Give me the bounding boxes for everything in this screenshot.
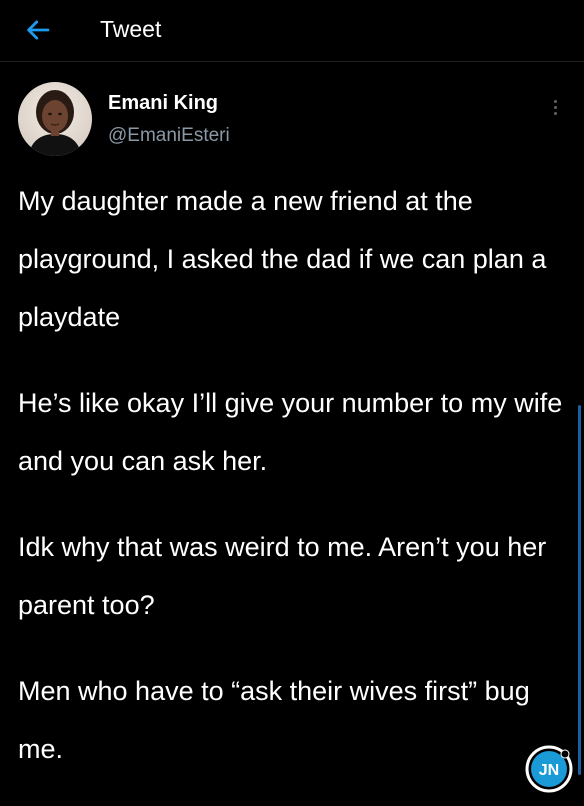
avatar-image [18,82,92,156]
watermark-text: JN [539,762,559,779]
tweet-paragraph: Men who have to “ask their wives first” … [18,676,530,764]
tweet-header: Emani King @EmaniEsteri [0,62,584,162]
tweet-paragraph: My daughter made a new friend at the pla… [18,186,547,332]
more-dots-icon [553,99,557,103]
page-title: Tweet [100,16,162,42]
top-bar: Tweet [0,0,584,62]
scrollbar[interactable] [578,405,581,775]
arrow-left-icon [27,20,50,40]
avatar[interactable] [18,82,92,156]
tweet-paragraph: He’s like okay I’ll give your number to … [18,388,563,476]
more-dot [553,105,557,109]
tweet-paragraph: Idk why that was weird to me. Aren’t you… [18,532,547,620]
author-handle[interactable]: @EmaniEsteri [108,124,230,148]
more-options-button[interactable] [545,92,565,122]
tweet-text: My daughter made a new friend at the pla… [18,172,566,806]
author-name[interactable]: Emani King [108,90,218,116]
watermark-logo: JN [525,745,573,793]
back-button[interactable] [20,12,56,48]
jn-logo-icon: JN [524,744,574,794]
more-dot [553,111,557,115]
